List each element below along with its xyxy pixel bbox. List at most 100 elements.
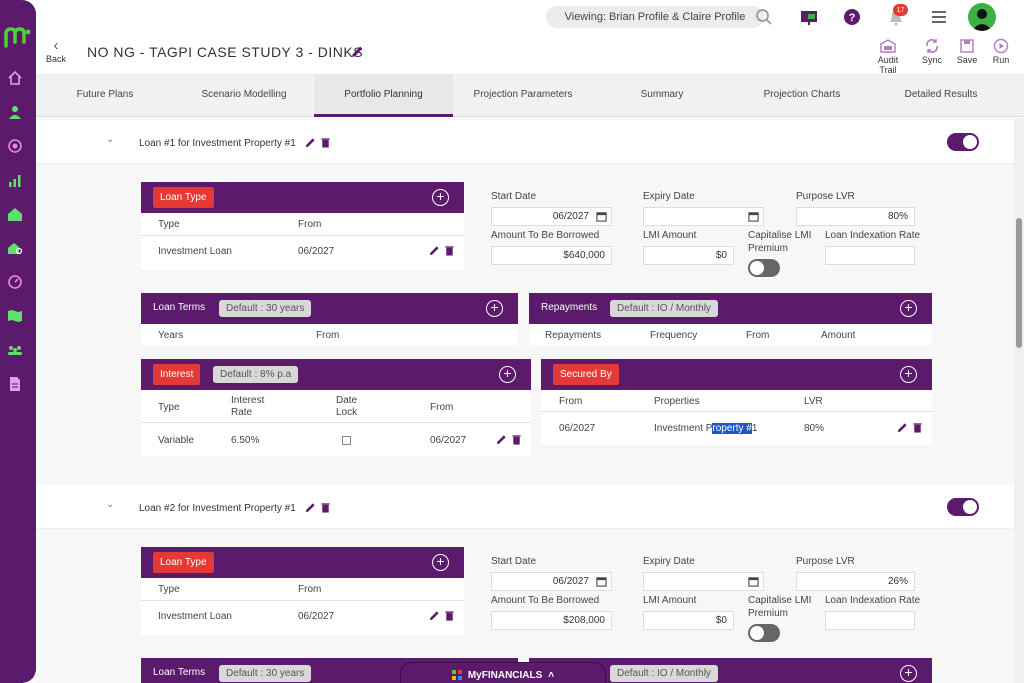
loan-type-chip[interactable]: Loan Type — [153, 187, 214, 208]
tab-detailed-results[interactable]: Detailed Results — [896, 74, 986, 117]
portfolio-content: ⌄ Loan #1 for Investment Property #1 Loa… — [36, 118, 1014, 683]
property-icon[interactable] — [7, 206, 23, 222]
edit-icon[interactable] — [429, 245, 440, 256]
edit-icon[interactable] — [496, 434, 507, 445]
trash-icon[interactable] — [320, 502, 331, 513]
lmi-amount-field[interactable]: $0 — [643, 246, 734, 265]
amount-borrowed-field[interactable]: $640,000 — [491, 246, 612, 265]
add-interest-button[interactable]: + — [499, 366, 516, 383]
calendar-icon[interactable] — [596, 576, 607, 587]
add-security-button[interactable]: + — [900, 366, 917, 383]
trash-icon[interactable] — [912, 422, 923, 433]
lmi-amount-field[interactable]: $0 — [643, 611, 734, 630]
loan-1-interest-panel: Interest Default : 8% p.a + Type Interes… — [141, 359, 531, 456]
lmi-amount-label: LMI Amount — [643, 230, 697, 241]
chevron-down-icon[interactable]: ⌄ — [106, 134, 114, 145]
save-button[interactable]: Save — [956, 38, 978, 65]
edit-icon[interactable] — [897, 422, 908, 433]
start-date-field[interactable]: 06/2027 — [491, 572, 612, 591]
capitalise-lmi-label: Capitalise LMI — [748, 230, 812, 241]
presentation-icon[interactable] — [799, 7, 819, 27]
capitalise-lmi-toggle[interactable] — [748, 624, 780, 642]
edit-icon[interactable] — [305, 502, 316, 513]
help-icon[interactable]: ? — [842, 7, 862, 27]
sync-button[interactable]: Sync — [920, 38, 944, 65]
trash-icon[interactable] — [511, 434, 522, 445]
loan-indexation-field[interactable] — [825, 611, 915, 630]
app-logo[interactable] — [4, 26, 32, 48]
col-type: Type — [158, 219, 180, 230]
divider — [141, 235, 464, 236]
calendar-icon[interactable] — [748, 576, 759, 587]
loan-type-header: Loan Type + — [141, 182, 464, 213]
edit-icon[interactable] — [305, 137, 316, 148]
trash-icon[interactable] — [444, 245, 455, 256]
menu-icon[interactable] — [929, 7, 949, 27]
purpose-lvr-field[interactable]: 26% — [796, 572, 915, 591]
gauge-icon[interactable] — [7, 274, 23, 290]
map-icon[interactable] — [7, 308, 23, 324]
secured-lvr-value: 80% — [804, 423, 825, 434]
loan-2-enabled-toggle[interactable] — [947, 498, 979, 516]
run-label: Run — [992, 55, 1010, 65]
home-icon[interactable] — [7, 70, 23, 86]
target-icon[interactable] — [7, 138, 23, 154]
user-icon[interactable] — [7, 104, 23, 120]
edit-icon[interactable] — [429, 610, 440, 621]
tab-projection-parameters[interactable]: Projection Parameters — [464, 74, 582, 117]
loan-1-header: ⌄ Loan #1 for Investment Property #1 — [36, 120, 1014, 164]
calendar-icon[interactable] — [748, 211, 759, 222]
tab-summary[interactable]: Summary — [626, 74, 698, 117]
scrollbar-thumb[interactable] — [1016, 218, 1022, 348]
start-date-field[interactable]: 06/2027 — [491, 207, 612, 226]
expiry-date-field[interactable] — [643, 572, 764, 591]
secured-property-value[interactable]: Investment Property #1 — [654, 423, 757, 434]
run-button[interactable]: Run — [991, 38, 1011, 65]
chevron-down-icon[interactable]: ⌄ — [106, 499, 114, 510]
purpose-lvr-field[interactable]: 80% — [796, 207, 915, 226]
loan-type-chip[interactable]: Loan Type — [153, 552, 214, 573]
tab-scenario-modelling[interactable]: Scenario Modelling — [186, 74, 302, 117]
edit-title-icon[interactable] — [351, 45, 364, 58]
add-loan-type-button[interactable]: + — [432, 554, 449, 571]
repayments-header: Repayments Default : IO / Monthly + — [529, 293, 932, 324]
add-loan-type-button[interactable]: + — [432, 189, 449, 206]
secured-by-chip[interactable]: Secured By — [553, 364, 619, 385]
bar-chart-icon[interactable] — [7, 172, 23, 188]
vertical-scrollbar[interactable] — [1014, 118, 1024, 683]
loan-1-enabled-toggle[interactable] — [947, 133, 979, 151]
interest-type-value: Variable — [158, 435, 194, 446]
tab-portfolio-planning[interactable]: Portfolio Planning — [314, 74, 453, 117]
loan-indexation-label: Loan Indexation Rate — [825, 230, 921, 241]
tab-future-plans[interactable]: Future Plans — [60, 74, 150, 117]
date-lock-checkbox[interactable] — [342, 436, 351, 445]
family-icon[interactable] — [7, 342, 23, 358]
loan-indexation-field[interactable] — [825, 246, 915, 265]
interest-chip[interactable]: Interest — [153, 364, 201, 385]
viewing-profiles-pill[interactable]: Viewing: Brian Profile & Claire Profile — [546, 6, 764, 28]
add-repayment-button[interactable]: + — [900, 665, 917, 682]
back-button[interactable]: ‹ Back — [44, 38, 68, 68]
loan-terms-default-chip: Default : 30 years — [219, 300, 312, 317]
capitalise-lmi-toggle[interactable] — [748, 259, 780, 277]
add-loan-term-button[interactable]: + — [486, 300, 503, 317]
expiry-date-field[interactable] — [643, 207, 764, 226]
loan-terms-header: Loan Terms Default : 30 years + — [141, 293, 518, 324]
myfinancials-bar[interactable]: MyFINANCIALS ˄ — [400, 662, 606, 683]
col-amount: Amount — [821, 330, 856, 341]
search-icon[interactable] — [754, 7, 774, 27]
add-repayment-button[interactable]: + — [900, 300, 917, 317]
property-search-icon[interactable] — [7, 240, 23, 256]
audit-trail-button[interactable]: Audit Trail — [868, 38, 908, 75]
avatar[interactable] — [968, 3, 996, 31]
trash-icon[interactable] — [320, 137, 331, 148]
amount-borrowed-field[interactable]: $208,000 — [491, 611, 612, 630]
loan-type-from: 06/2027 — [298, 611, 335, 622]
amount-borrowed-label: Amount To Be Borrowed — [491, 595, 600, 606]
trash-icon[interactable] — [444, 610, 455, 621]
chevron-up-icon: ˄ — [548, 669, 555, 681]
tab-projection-charts[interactable]: Projection Charts — [750, 74, 854, 117]
calendar-icon[interactable] — [596, 211, 607, 222]
document-icon[interactable] — [7, 376, 23, 392]
col-lvr: LVR — [804, 396, 823, 407]
